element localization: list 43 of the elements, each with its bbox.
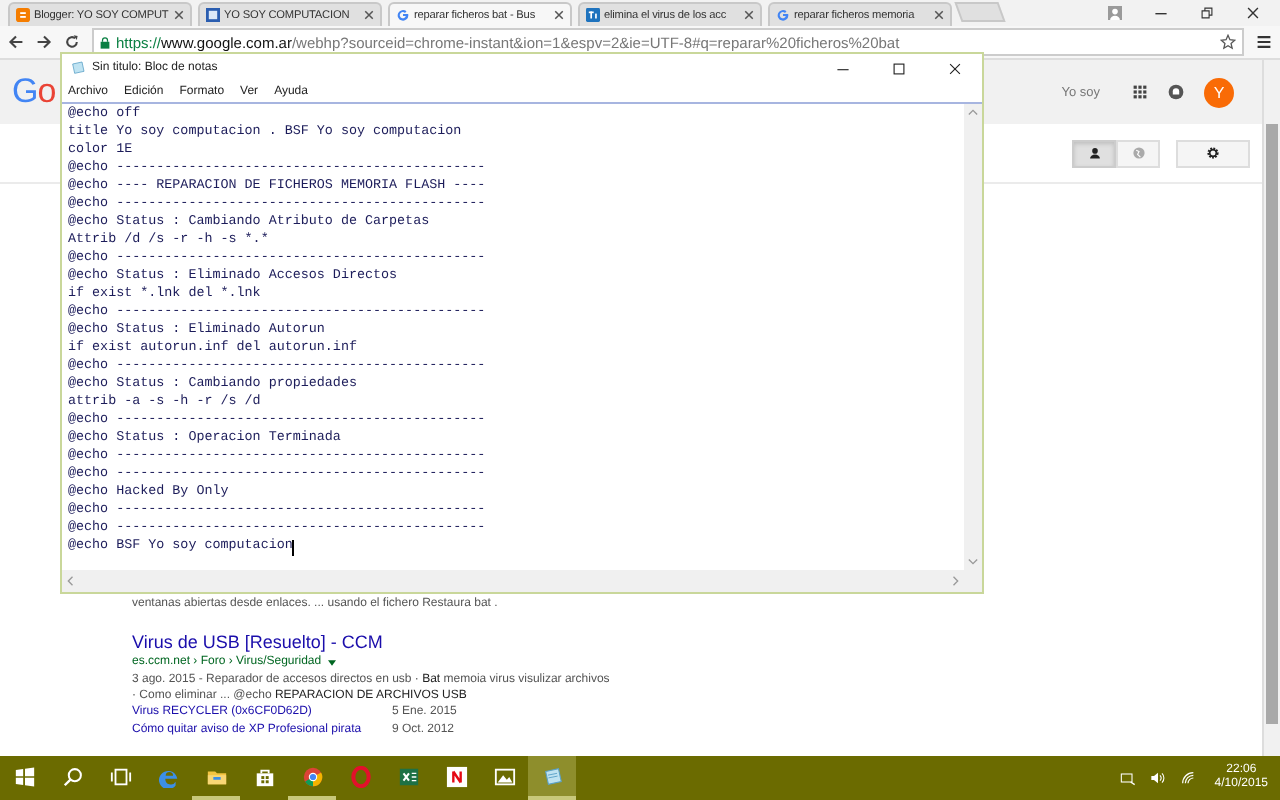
result-link[interactable]: Virus de USB [Resuelto] - CCM <box>132 632 383 654</box>
person-icon[interactable] <box>1108 6 1122 20</box>
spreadsheet-icon <box>397 765 419 787</box>
site-logo-icon <box>16 8 30 22</box>
wifi-icon[interactable] <box>1180 770 1197 786</box>
task-view-icon <box>109 765 131 787</box>
close-icon[interactable] <box>554 10 564 20</box>
bell-icon[interactable] <box>1168 84 1184 100</box>
browser-e-icon <box>157 765 179 787</box>
video-app-icon <box>445 765 467 787</box>
personal-results-button[interactable] <box>1072 139 1116 167</box>
site-logo-icon <box>206 8 220 22</box>
close-icon[interactable] <box>1246 6 1260 20</box>
globe-icon <box>1131 146 1145 160</box>
gear-icon <box>1206 146 1220 160</box>
speaker-icon[interactable] <box>1150 770 1167 786</box>
menu-icon[interactable] <box>1256 34 1272 50</box>
back-arrow-icon[interactable] <box>8 34 24 50</box>
settings-button[interactable] <box>1176 139 1250 167</box>
caret-icon[interactable] <box>327 660 336 666</box>
forward-arrow-icon[interactable] <box>36 34 52 50</box>
network-icon[interactable] <box>1120 770 1137 786</box>
round-browser-icon <box>301 765 323 787</box>
reload-icon[interactable] <box>64 34 80 50</box>
restore-icon[interactable] <box>1200 6 1214 20</box>
picture-icon <box>493 765 515 787</box>
maximize-icon[interactable] <box>892 61 906 75</box>
page-scrollbar[interactable] <box>1262 60 1280 756</box>
padlock-icon <box>100 35 110 49</box>
person-icon <box>1087 146 1101 160</box>
text-cursor <box>292 539 295 555</box>
g-logo-icon <box>776 8 790 22</box>
g-logo-icon <box>396 8 410 22</box>
taskbar-button[interactable] <box>528 756 576 800</box>
apps-grid-icon[interactable] <box>1132 84 1148 100</box>
shopping-bag-icon <box>253 765 275 787</box>
close-icon[interactable] <box>948 61 962 75</box>
notepad-icon <box>541 765 563 787</box>
search-icon <box>61 765 83 787</box>
star-icon[interactable] <box>1220 34 1236 50</box>
windows-logo-icon <box>13 765 35 787</box>
ring-logo-icon <box>349 765 371 787</box>
site-logo-icon <box>586 8 600 22</box>
